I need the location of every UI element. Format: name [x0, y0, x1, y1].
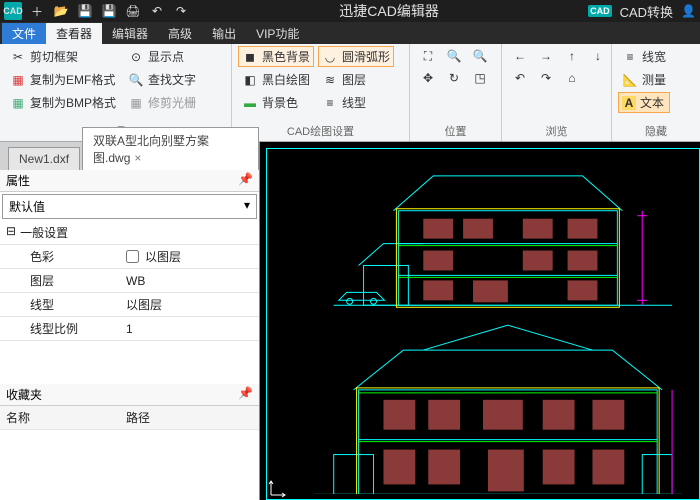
collapse-icon[interactable]: ⊟: [6, 224, 16, 241]
pin2-icon[interactable]: 📌: [238, 386, 253, 403]
home-icon: ⌂: [564, 70, 580, 86]
nav-down-button[interactable]: ↓: [586, 46, 610, 66]
layer-button[interactable]: ≋图层: [318, 69, 394, 90]
chevron-down-icon: ▾: [244, 198, 250, 215]
trim-raster-button[interactable]: ▦修剪光栅: [124, 92, 200, 113]
zoom-extents-button[interactable]: ⛶: [416, 46, 440, 66]
search-icon: 🔍: [128, 72, 144, 88]
grid-icon: ▦: [128, 95, 144, 111]
linewidth-button[interactable]: ≡线宽: [618, 46, 670, 67]
layer-value[interactable]: WB: [120, 269, 259, 292]
open-icon[interactable]: 📂: [52, 2, 70, 20]
emf-icon: ▦: [10, 72, 26, 88]
app-title: 迅捷CAD编辑器: [190, 1, 588, 21]
group-hide-label: 隐藏: [618, 121, 694, 141]
linetype-button[interactable]: ≡线型: [318, 92, 394, 113]
nav-up-button[interactable]: ↑: [560, 46, 584, 66]
arc-icon: ◡: [322, 49, 338, 65]
rr-icon: ↷: [538, 70, 554, 86]
linetype-icon: ≡: [322, 95, 338, 111]
crop-icon: ✂: [10, 49, 26, 65]
nav-left-button[interactable]: ←: [508, 46, 532, 66]
close-tab-icon[interactable]: ×: [134, 151, 141, 165]
zoomin-icon: 🔍: [446, 48, 462, 64]
copy-emf-button[interactable]: ▦复制为EMF格式: [6, 69, 120, 90]
bmp-icon: ▦: [10, 95, 26, 111]
crop-frame-button[interactable]: ✂剪切框架: [6, 46, 120, 67]
cad-convert-button[interactable]: CAD转换: [620, 2, 673, 21]
text-button[interactable]: A文本: [618, 92, 670, 113]
pin-icon[interactable]: 📌: [238, 172, 253, 189]
saveas-icon[interactable]: 💾: [100, 2, 118, 20]
nav-right-button[interactable]: →: [534, 46, 558, 66]
tab-viewer[interactable]: 查看器: [46, 23, 102, 44]
pan-icon: ✥: [420, 70, 436, 86]
ltscale-value[interactable]: 1: [120, 317, 259, 340]
file-tab-1[interactable]: New1.dxf: [8, 147, 80, 170]
smooth-arc-button[interactable]: ◡圆滑弧形: [318, 46, 394, 67]
black-bg-button[interactable]: ◼黑色背景: [238, 46, 314, 67]
tab-advanced[interactable]: 高级: [158, 23, 202, 44]
save-icon[interactable]: 💾: [76, 2, 94, 20]
user-icon[interactable]: 👤: [681, 4, 696, 18]
rotate-icon: ↻: [446, 70, 462, 86]
nav-home-button[interactable]: ⌂: [560, 68, 584, 88]
file-tab-2[interactable]: 双联A型北向别墅方案图.dwg×: [82, 127, 259, 170]
left-icon: ←: [512, 48, 528, 64]
color-value[interactable]: 以图层: [120, 245, 259, 268]
tab-vip[interactable]: VIP功能: [246, 23, 309, 44]
measure-button[interactable]: 📐测量: [618, 69, 670, 90]
bgcolor-icon: ▬: [242, 95, 258, 111]
bw-icon: ◧: [242, 72, 258, 88]
bylayer-checkbox[interactable]: [126, 250, 139, 263]
group-pos-label: 位置: [416, 121, 495, 141]
group-cad-label: CAD绘图设置: [238, 121, 403, 141]
up-icon: ↑: [564, 48, 580, 64]
zoomext-icon: ⛶: [420, 48, 436, 64]
new-icon[interactable]: ＋: [28, 2, 46, 20]
ltype-value[interactable]: 以图层: [120, 293, 259, 316]
pan-button[interactable]: ✥: [416, 68, 440, 88]
linew-icon: ≡: [622, 49, 638, 65]
bg-color-button[interactable]: ▬背景色: [238, 92, 314, 113]
text-icon: A: [622, 96, 636, 110]
ruler-icon: 📐: [622, 72, 638, 88]
copy-bmp-button[interactable]: ▦复制为BMP格式: [6, 92, 120, 113]
undo-icon[interactable]: ↶: [148, 2, 166, 20]
redo-icon[interactable]: ↷: [172, 2, 190, 20]
nav-rr-button[interactable]: ↷: [534, 68, 558, 88]
default-combo[interactable]: 默认值▾: [2, 194, 257, 219]
down-icon: ↓: [590, 48, 606, 64]
fav-panel-title: 收藏夹: [6, 386, 42, 403]
view3d-button[interactable]: ◳: [468, 68, 492, 88]
print-icon[interactable]: 🖨: [124, 2, 142, 20]
nav-rl-button[interactable]: ↶: [508, 68, 532, 88]
right-icon: →: [538, 48, 554, 64]
blackbg-icon: ◼: [242, 49, 258, 65]
app-logo-icon: CAD: [4, 2, 22, 20]
rotate-button[interactable]: ↻: [442, 68, 466, 88]
cube-icon: ◳: [472, 70, 488, 86]
zoom-in-button[interactable]: 🔍: [442, 46, 466, 66]
cad-badge-icon: CAD: [588, 5, 612, 17]
find-text-button[interactable]: 🔍查找文字: [124, 69, 200, 90]
zoomout-icon: 🔍: [472, 48, 488, 64]
bw-draw-button[interactable]: ◧黑白绘图: [238, 69, 314, 90]
show-points-button[interactable]: ⊙显示点: [124, 46, 200, 67]
layer-icon: ≋: [322, 72, 338, 88]
props-panel-title: 属性: [6, 172, 30, 189]
tab-output[interactable]: 输出: [202, 23, 246, 44]
tab-file[interactable]: 文件: [2, 23, 46, 44]
rl-icon: ↶: [512, 70, 528, 86]
zoom-out-button[interactable]: 🔍: [468, 46, 492, 66]
ucs-icon: [268, 478, 288, 498]
points-icon: ⊙: [128, 49, 144, 65]
tab-editor[interactable]: 编辑器: [102, 23, 158, 44]
cad-drawing: [274, 156, 692, 494]
drawing-canvas[interactable]: [260, 142, 700, 500]
group-browse-label: 浏览: [508, 121, 605, 141]
